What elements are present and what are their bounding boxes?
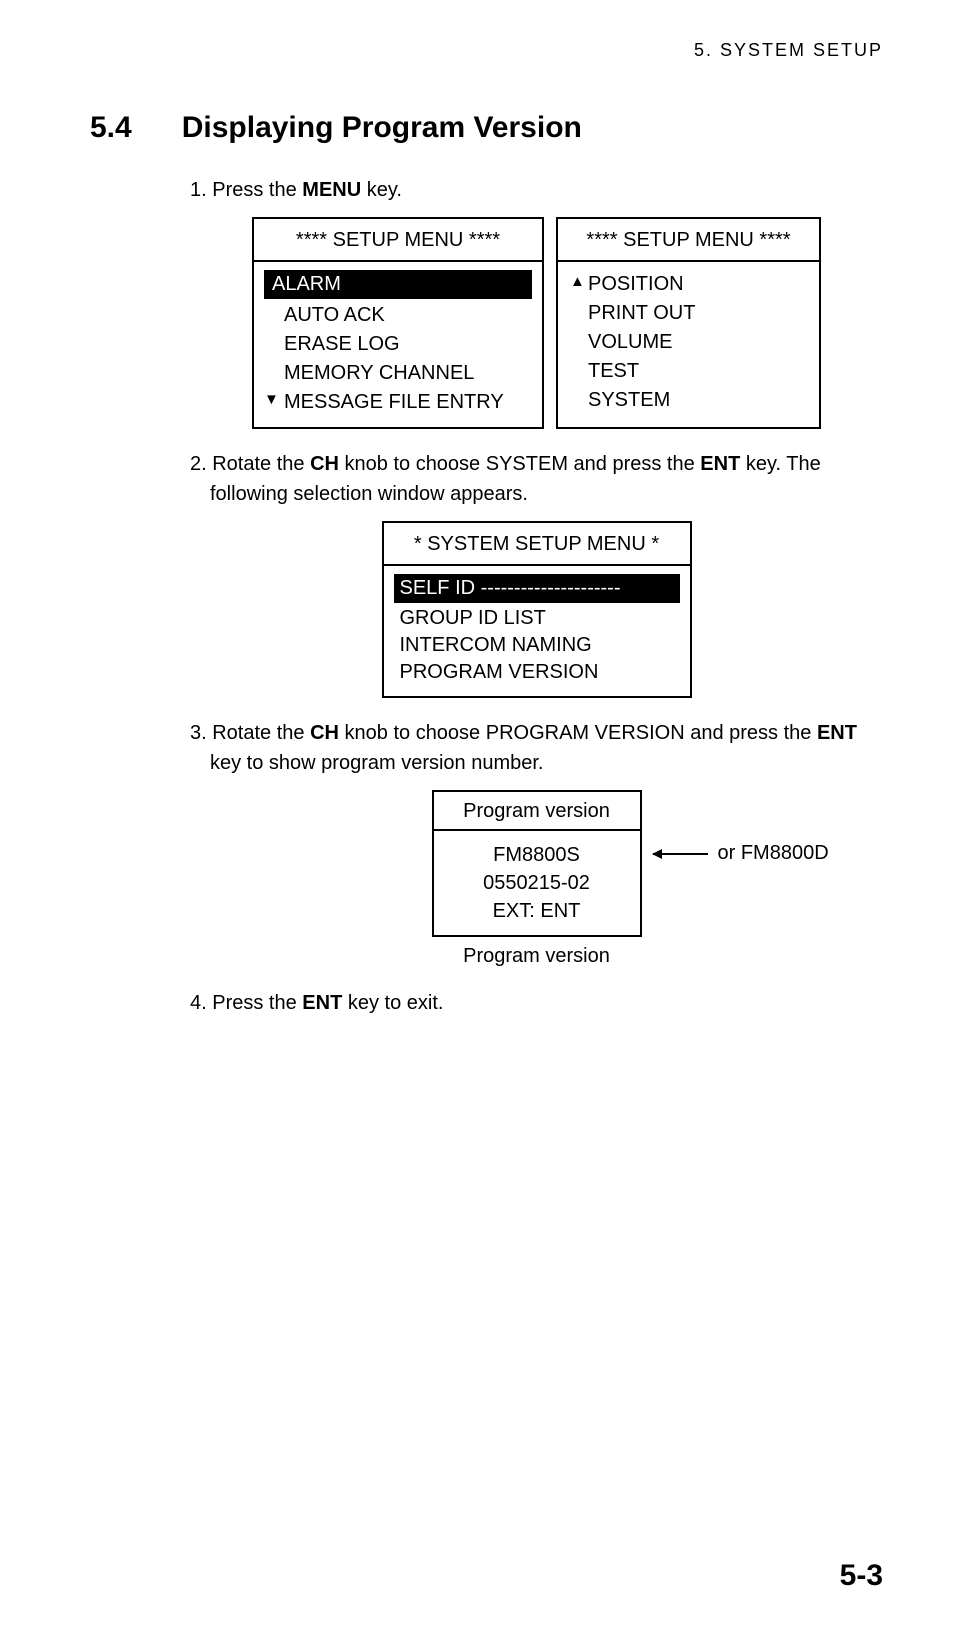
system-setup-menu-wrap: * SYSTEM SETUP MENU * SELF ID ----------… — [190, 521, 883, 698]
program-version-body: FM8800S 0550215-02 EXT: ENT — [434, 831, 640, 935]
sysmenu-item-selfid: SELF ID --------------------- — [394, 574, 680, 603]
section-heading: Displaying Program Version — [182, 111, 582, 144]
system-setup-menu: * SYSTEM SETUP MENU * SELF ID ----------… — [382, 521, 692, 698]
step-3: 3. Rotate the CH knob to choose PROGRAM … — [190, 718, 883, 778]
menu2-item-test: TEST — [568, 357, 809, 386]
setup-menu-2-title: **** SETUP MENU **** — [558, 219, 819, 262]
menu1-item-messagefile: ▼ MESSAGE FILE ENTRY — [264, 388, 532, 417]
setup-menu-1-items: ALARM AUTO ACK ERASE LOG MEMORY CHANNEL … — [254, 262, 542, 427]
system-setup-menu-items: SELF ID --------------------- GROUP ID L… — [384, 566, 690, 696]
system-setup-menu-title: * SYSTEM SETUP MENU * — [384, 523, 690, 566]
menu2-item-position: ▲ POSITION — [568, 270, 809, 299]
menu1-item-autoack: AUTO ACK — [264, 301, 532, 330]
step-2: 2. Rotate the CH knob to choose SYSTEM a… — [190, 449, 883, 509]
menu1-item-alarm: ALARM — [264, 270, 532, 299]
program-version-box: Program version FM8800S 0550215-02 EXT: … — [432, 790, 642, 937]
pv-ext: EXT: ENT — [434, 897, 640, 925]
menu2-item-volume: VOLUME — [568, 328, 809, 357]
page-number: 5-3 — [840, 1559, 883, 1593]
up-arrow-icon: ▲ — [570, 273, 585, 290]
program-version-annotation: or FM8800D — [647, 842, 829, 865]
setup-menu-2: **** SETUP MENU **** ▲ POSITION PRINT OU… — [556, 217, 821, 429]
program-version-section: Program version FM8800S 0550215-02 EXT: … — [190, 790, 883, 937]
menu1-item-memorychannel: MEMORY CHANNEL — [264, 359, 532, 388]
step-1: 1. Press the MENU key. — [190, 175, 883, 205]
section-title: 5.4 Displaying Program Version — [90, 111, 883, 145]
menu1-item-eraselog: ERASE LOG — [264, 330, 532, 359]
sysmenu-item-groupid: GROUP ID LIST — [394, 605, 680, 632]
setup-menu-1: **** SETUP MENU **** ALARM AUTO ACK ERAS… — [252, 217, 544, 429]
pv-model: FM8800S — [434, 841, 640, 869]
setup-menu-2-items: ▲ POSITION PRINT OUT VOLUME TEST SYSTEM — [558, 262, 819, 425]
setup-menus-row: **** SETUP MENU **** ALARM AUTO ACK ERAS… — [190, 217, 883, 429]
section-number: 5.4 — [90, 111, 132, 145]
program-version-title: Program version — [434, 792, 640, 831]
down-arrow-icon: ▼ — [264, 391, 279, 408]
step-4: 4. Press the ENT key to exit. — [190, 988, 883, 1018]
pv-annotation-text: or FM8800D — [718, 842, 829, 865]
menu2-item-printout: PRINT OUT — [568, 299, 809, 328]
chapter-header: 5. SYSTEM SETUP — [90, 40, 883, 61]
pv-number: 0550215-02 — [434, 869, 640, 897]
setup-menu-1-title: **** SETUP MENU **** — [254, 219, 542, 262]
menu2-item-system: SYSTEM — [568, 386, 809, 415]
sysmenu-item-programversion: PROGRAM VERSION — [394, 659, 680, 686]
sysmenu-item-intercom: INTERCOM NAMING — [394, 632, 680, 659]
arrow-left-icon — [653, 853, 708, 854]
program-version-caption: Program version — [190, 945, 883, 968]
